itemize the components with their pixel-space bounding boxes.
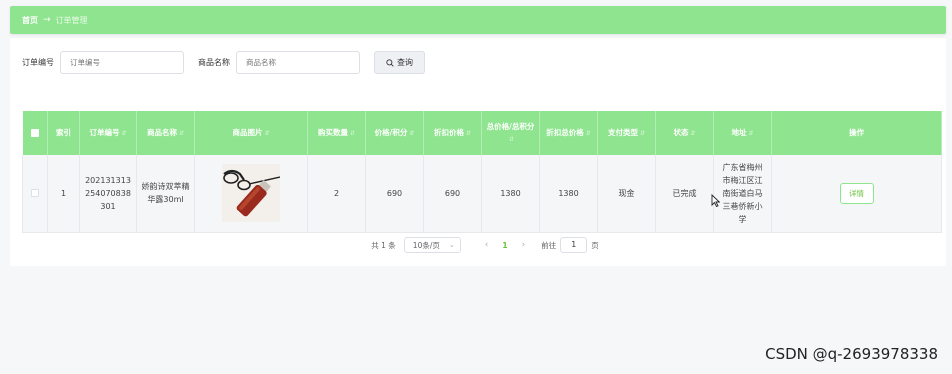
sort-icon[interactable]: ⇵ <box>179 130 184 137</box>
product-name-label: 商品名称 <box>198 58 230 67</box>
product-image <box>222 164 280 223</box>
column-header: 索引 <box>47 111 80 155</box>
column-header[interactable]: 支付类型 ⇵ <box>597 111 656 155</box>
chevron-down-icon: ⌄ <box>448 241 455 249</box>
row-select-cell[interactable] <box>22 155 48 233</box>
cell-discount-price: 690 <box>423 155 482 233</box>
sort-icon[interactable]: ⇵ <box>748 130 753 137</box>
column-header[interactable]: 折扣总价格 ⇵ <box>539 111 598 155</box>
sort-icon[interactable]: ⇵ <box>409 130 414 137</box>
breadcrumb-current: 订单管理 <box>55 15 88 25</box>
current-page[interactable]: 1 <box>502 241 507 250</box>
sort-icon[interactable]: ⇵ <box>466 130 471 137</box>
next-page-icon[interactable]: › <box>522 240 526 250</box>
column-header[interactable]: 商品名称 ⇵ <box>136 111 195 155</box>
pagination-total: 共 1 条 <box>371 240 396 250</box>
table-row: 1 202131313254070838301 娇韵诗双萃精华露30ml 2 6… <box>22 155 942 233</box>
search-form: 订单编号 商品名称 查询 <box>22 51 425 74</box>
mouse-cursor-icon <box>711 194 720 207</box>
query-button-label: 查询 <box>397 58 413 67</box>
sort-icon[interactable]: ⇵ <box>350 130 355 137</box>
cell-index: 1 <box>47 155 80 233</box>
cell-status: 已完成 <box>655 155 714 233</box>
sort-icon[interactable]: ⇵ <box>509 136 514 143</box>
column-header[interactable]: 价格/积分 ⇵ <box>365 111 424 155</box>
cell-price: 690 <box>365 155 424 233</box>
order-no-input[interactable] <box>60 51 184 74</box>
sort-icon[interactable]: ⇵ <box>121 130 126 137</box>
column-header[interactable]: 订单编号 ⇵ <box>79 111 137 155</box>
cell-total-price: 1380 <box>481 155 540 233</box>
page-size-value: 10条/页 <box>412 240 440 250</box>
column-header[interactable]: 商品图片 ⇵ <box>194 111 308 155</box>
select-all-checkbox[interactable] <box>30 129 39 137</box>
sort-icon[interactable]: ⇵ <box>640 130 645 137</box>
cell-pay-type: 现金 <box>597 155 656 233</box>
search-icon <box>386 58 394 67</box>
detail-button[interactable]: 详情 <box>839 182 874 204</box>
table-header-row: 索引 订单编号 ⇵ 商品名称 ⇵ 商品图片 ⇵ 购买数量 ⇵ 价格/积分 ⇵ 折扣价格 ⇵ … <box>22 111 942 155</box>
sort-icon[interactable]: ⇵ <box>690 130 695 137</box>
row-checkbox[interactable] <box>31 189 39 198</box>
column-header[interactable]: 状态 ⇵ <box>655 111 714 155</box>
column-header[interactable]: 折扣价格 ⇵ <box>423 111 482 155</box>
goto-page-input[interactable]: 1 <box>560 237 588 253</box>
watermark: CSDN @q-2693978338 <box>765 345 938 363</box>
order-table: 索引 订单编号 ⇵ 商品名称 ⇵ 商品图片 ⇵ 购买数量 ⇵ 价格/积分 ⇵ 折扣价格 ⇵ … <box>22 111 942 233</box>
breadcrumb: 首页 → 订单管理 <box>10 6 946 34</box>
column-header[interactable]: 总价格/总积分⇵ <box>481 111 540 155</box>
column-header: 操作 <box>771 111 942 155</box>
breadcrumb-home[interactable]: 首页 <box>22 15 38 26</box>
column-header[interactable]: 地址 ⇵ <box>713 111 772 155</box>
cell-product-image <box>194 155 308 233</box>
breadcrumb-separator: → <box>43 15 51 25</box>
page-size-select[interactable]: 10条/页 ⌄ <box>403 237 461 253</box>
column-header[interactable]: 购买数量 ⇵ <box>307 111 366 155</box>
cell-address: 广东省梅州市梅江区江南街道白马三巷侨新小学 <box>713 155 772 233</box>
cell-discount-total: 1380 <box>539 155 598 233</box>
pagination: 共 1 条 10条/页 ⌄ ‹ 1 › 前往 1 页 <box>10 237 946 253</box>
goto-label: 前往 <box>541 240 557 250</box>
order-no-label: 订单编号 <box>22 58 54 67</box>
query-button[interactable]: 查询 <box>374 51 425 74</box>
select-all-cell[interactable] <box>22 111 48 155</box>
cell-quantity: 2 <box>307 155 366 233</box>
sort-icon[interactable]: ⇵ <box>586 130 591 137</box>
prev-page-icon[interactable]: ‹ <box>485 240 489 250</box>
content-panel: 订单编号 商品名称 查询 索引 订单编号⇵ 商品名称⇵ 商品图片⇵ 购买数量⇵ … <box>10 38 946 266</box>
product-name-input[interactable] <box>236 51 360 74</box>
sort-icon[interactable]: ⇵ <box>264 130 269 137</box>
page-suffix: 页 <box>591 240 599 250</box>
cell-actions: 详情 <box>771 155 942 233</box>
cell-order-no: 202131313254070838301 <box>79 155 137 233</box>
cell-product-name: 娇韵诗双萃精华露30ml <box>136 155 195 233</box>
